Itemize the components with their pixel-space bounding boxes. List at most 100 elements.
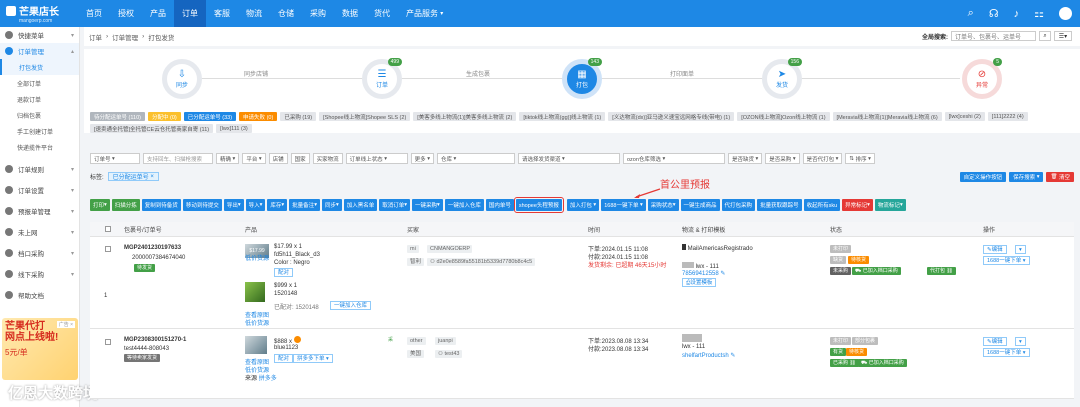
nav-service[interactable]: 客服 — [206, 0, 238, 27]
nav-auth[interactable]: 授权 — [110, 0, 142, 27]
logistics-mark-button[interactable]: 物流标记 ▾ — [874, 199, 906, 211]
sidebar-sub-all-orders[interactable]: 全部订单 — [0, 75, 79, 91]
stage-orders[interactable]: 499 ☰ 订单 — [362, 58, 402, 99]
purchase-select[interactable]: 是否采购 ▾ — [765, 153, 800, 164]
online-status-select[interactable]: 订单线上状态 ▾ — [345, 153, 408, 164]
row-checkbox[interactable] — [105, 246, 111, 252]
stage-pack[interactable]: 143 ▦ 打包 — [562, 58, 602, 99]
tab-failed[interactable]: 申请失败 (0) — [239, 112, 278, 121]
order-no[interactable]: 2000007384674040 — [132, 255, 185, 261]
sidebar-item-order-rules[interactable]: 订单规则 ▾ — [0, 161, 79, 177]
stockout-select[interactable]: 是否缺货 ▾ — [727, 153, 763, 164]
more-ops-button[interactable]: ▾ — [1015, 337, 1026, 346]
sidebar-item-not-online[interactable]: 未上网 ▾ — [0, 224, 79, 240]
logo[interactable]: 芒果店长 mangoerp.com — [0, 0, 78, 27]
product-image[interactable] — [245, 336, 267, 354]
tab-shopee[interactable]: [Shopee线上物流]Shopee SLS (2) — [319, 112, 411, 121]
tab-aliexpress[interactable]: [速卖通全托管]全托管CE云仓托管商家自寄 (11) — [90, 124, 214, 133]
low-price-source-link[interactable]: 低价货源 — [245, 318, 269, 327]
search-button[interactable]: ⌕ — [1039, 31, 1051, 41]
pdd-order-button[interactable]: 拼多多下单 ▾ — [293, 354, 333, 363]
print-button[interactable]: 打印 ▾ — [90, 199, 110, 211]
package-no[interactable]: MGP2308300151270-1 — [124, 337, 186, 343]
sidebar-item-order-management[interactable]: 订单管理 ▴ — [0, 43, 79, 59]
stage-ship[interactable]: 156 ➤ 发货 — [762, 58, 802, 99]
select-all-checkbox[interactable] — [105, 226, 111, 232]
one-click-purchase-button[interactable]: 一键采购 ▾ — [412, 199, 443, 211]
list-view-button[interactable]: ☰▾ — [1054, 31, 1072, 41]
add-warehouse-button[interactable]: 一键加入仓库 — [330, 301, 372, 310]
search-input[interactable]: 支持回车、扫描枪搜索 — [143, 153, 213, 164]
cancel-order-button[interactable]: 取消订单 ▾ — [379, 199, 411, 211]
sidebar-sub-archived[interactable]: 归档包裹 — [0, 107, 79, 123]
tab-ozon[interactable]: [OZON线上物流]Ozon线上物流 (1) — [737, 112, 830, 121]
export-button[interactable]: 导出 ▾ — [223, 199, 244, 211]
tracking-no[interactable]: shelfartProductsh ✎ — [682, 352, 735, 359]
sidebar-item-forecast[interactable]: 预报单管理 ▾ — [0, 203, 79, 219]
tab-assigned[interactable]: 已分配运单号 (33) — [183, 112, 237, 121]
1688-order-button[interactable]: 1688一键下单 ▾ — [601, 199, 646, 211]
sidebar-item-order-settings[interactable]: 订单设置 ▾ — [0, 182, 79, 198]
low-price-source-link[interactable]: 低价货源 — [245, 253, 269, 262]
proxy-pack-select[interactable]: 是否代打包 ▾ — [802, 153, 843, 164]
inventory-button[interactable]: 库存 ▾ — [267, 199, 288, 211]
copy-to-prep-button[interactable]: 复制到待备货 — [141, 199, 181, 211]
row-checkbox[interactable] — [105, 339, 111, 345]
nav-orders[interactable]: 订单 — [174, 0, 206, 27]
edit-button[interactable]: ✎编辑 — [983, 337, 1007, 346]
tab-yida[interactable]: [义达物流(dx)]亚马逊义速宝远网格专线(带电) (1) — [608, 112, 735, 121]
edit-icon[interactable]: ✎ — [730, 353, 735, 359]
tab-lwx-111[interactable]: [lwx]111 (3) — [216, 124, 252, 133]
platform-select[interactable]: 平台 ▾ — [242, 153, 266, 164]
clear-button[interactable]: 🗑 清空 — [1046, 172, 1074, 182]
global-search-input[interactable]: 订单号、包裹号、运单号 — [951, 31, 1036, 41]
nav-logistics[interactable]: 物流 — [238, 0, 270, 27]
edit-icon[interactable]: ✎ — [720, 271, 725, 277]
save-search-button[interactable]: 保存搜索 ▾ — [1009, 172, 1044, 182]
nav-products[interactable]: 产品 — [142, 0, 174, 27]
tab-assigning[interactable]: 分配中 (0) — [147, 112, 181, 121]
purchase-status-button[interactable]: 采购状态 ▾ — [647, 199, 679, 211]
sidebar-sub-manual-create[interactable]: 手工创建订单 — [0, 123, 79, 139]
source-link[interactable]: 拼多多 — [259, 376, 277, 382]
ad-badge[interactable]: 广告 × — [56, 321, 75, 328]
exception-mark-button[interactable]: 异常标记 ▾ — [842, 199, 873, 211]
bulk-tracking-button[interactable]: 批量获取跟踪号 — [757, 199, 802, 211]
order-no[interactable]: test4444-808043 — [124, 346, 169, 352]
sidebar-sub-refund-orders[interactable]: 退款订单 — [0, 91, 79, 107]
1688-order-row-button[interactable]: 1688一键下单 ▾ — [983, 256, 1030, 265]
promo-banner[interactable]: 广告 × 芒果代打 网点上线啦! 5元/单 — [2, 318, 78, 380]
tab-meli[interactable]: [美客多线上物流(1)]美客多线上物流 (2) — [413, 112, 517, 121]
move-to-submit-button[interactable]: 移动到待提交 — [182, 199, 222, 211]
nav-forwarder[interactable]: 货代 — [366, 0, 398, 27]
crumb-order-management[interactable]: 订单管理 — [112, 32, 138, 42]
nav-purchase[interactable]: 采购 — [302, 0, 334, 27]
nav-warehouse[interactable]: 仓储 — [270, 0, 302, 27]
shop-button[interactable]: 店铺 — [268, 153, 288, 164]
avatar[interactable] — [1059, 7, 1072, 20]
generate-product-button[interactable]: 一键生成商品 — [680, 199, 720, 211]
tab-meravia[interactable]: [Meravia线上物流(1)]Meravia线上物流 (6) — [832, 112, 942, 121]
set-template-button[interactable]: ⎙设置模板 — [682, 278, 717, 287]
sidebar-item-shortcut[interactable]: 快捷菜单 ▾ — [0, 27, 79, 43]
sidebar-sub-pack-ship[interactable]: 打包发货 — [0, 59, 79, 75]
sync-button[interactable]: 同步 ▾ — [321, 199, 342, 211]
sidebar-item-help[interactable]: 帮助文档 — [0, 287, 79, 303]
crumb-orders[interactable]: 订单 — [89, 32, 102, 42]
order-no-select[interactable]: 订单号 ▾ — [90, 153, 140, 164]
nav-home[interactable]: 首页 — [78, 0, 110, 27]
warehouse-select[interactable]: 仓库 ▾ — [436, 153, 515, 164]
domestic-tracking-button[interactable]: 国内单号 — [485, 199, 514, 211]
sidebar-item-offline-purchase[interactable]: 线下采购 ▾ — [0, 266, 79, 282]
import-button[interactable]: 导入 ▾ — [245, 199, 266, 211]
sort-select[interactable]: ⇅ 排序 ▾ — [845, 153, 875, 164]
more-select[interactable]: 更多 ▾ — [410, 153, 434, 164]
grid-icon[interactable]: ⚏ — [1034, 7, 1044, 20]
tab-unassigned[interactable]: 待分配运单号 (110) — [90, 112, 145, 121]
package-no[interactable]: MGP2401230197633 — [124, 245, 181, 251]
country-button[interactable]: 国家 — [290, 153, 310, 164]
scan-sort-button[interactable]: 扫描分拣 — [111, 199, 140, 211]
headset-icon[interactable]: ☊ — [989, 7, 999, 20]
1688-order-row-button[interactable]: 1688一键下单 ▾ — [983, 348, 1030, 357]
add-pack-button[interactable]: 加入打包 ▾ — [566, 199, 600, 211]
